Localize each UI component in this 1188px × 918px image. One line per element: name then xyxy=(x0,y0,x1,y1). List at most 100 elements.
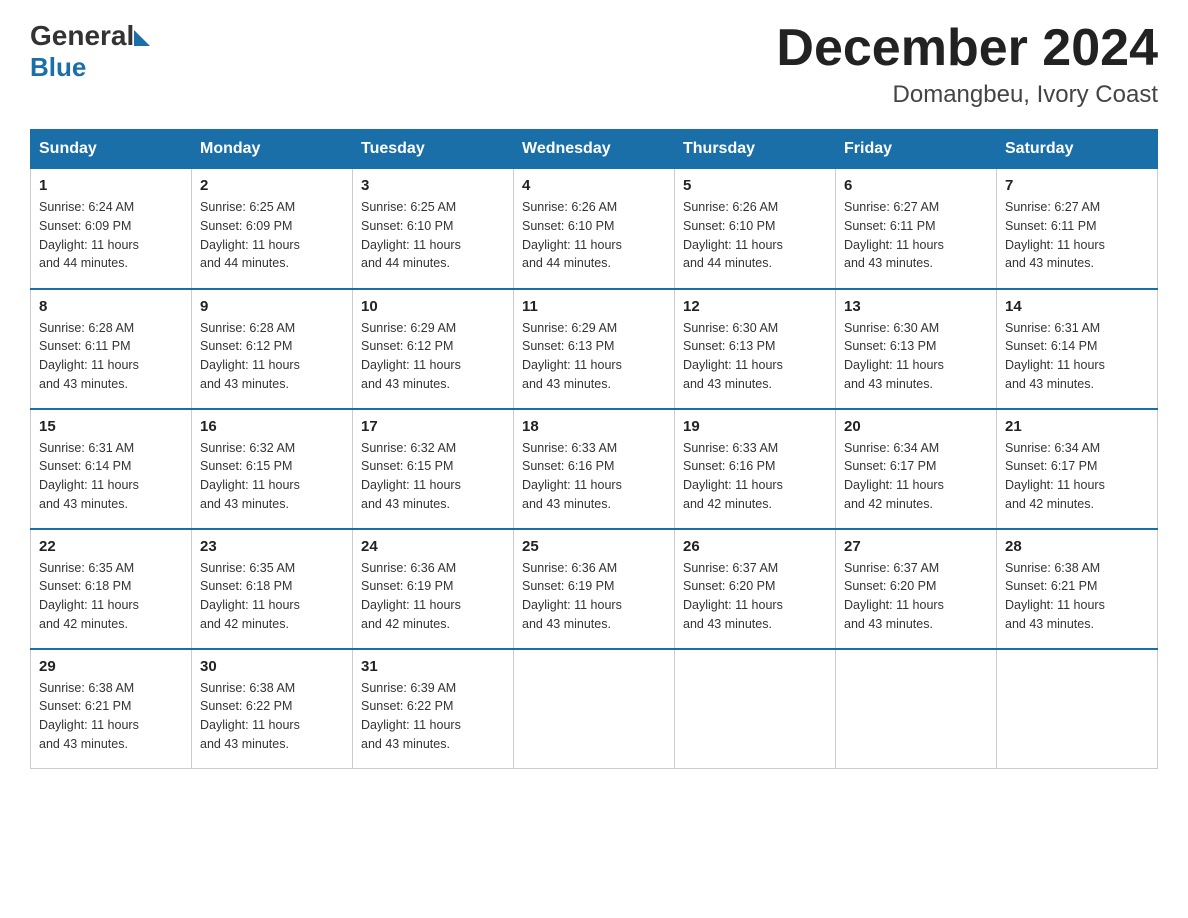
day-number: 11 xyxy=(522,298,666,315)
calendar-day-cell: 26 Sunrise: 6:37 AM Sunset: 6:20 PM Dayl… xyxy=(675,529,836,649)
day-number: 12 xyxy=(683,298,827,315)
calendar-day-cell: 3 Sunrise: 6:25 AM Sunset: 6:10 PM Dayli… xyxy=(353,169,514,289)
day-info: Sunrise: 6:27 AM Sunset: 6:11 PM Dayligh… xyxy=(844,198,988,273)
day-number: 15 xyxy=(39,418,183,435)
day-info: Sunrise: 6:34 AM Sunset: 6:17 PM Dayligh… xyxy=(1005,439,1149,514)
calendar-table: Sunday Monday Tuesday Wednesday Thursday… xyxy=(30,129,1158,769)
calendar-day-cell: 2 Sunrise: 6:25 AM Sunset: 6:09 PM Dayli… xyxy=(192,169,353,289)
calendar-day-cell: 19 Sunrise: 6:33 AM Sunset: 6:16 PM Dayl… xyxy=(675,409,836,529)
day-info: Sunrise: 6:32 AM Sunset: 6:15 PM Dayligh… xyxy=(200,439,344,514)
day-number: 28 xyxy=(1005,538,1149,555)
day-number: 5 xyxy=(683,177,827,194)
day-number: 3 xyxy=(361,177,505,194)
day-number: 4 xyxy=(522,177,666,194)
day-info: Sunrise: 6:37 AM Sunset: 6:20 PM Dayligh… xyxy=(683,559,827,634)
day-info: Sunrise: 6:29 AM Sunset: 6:12 PM Dayligh… xyxy=(361,319,505,394)
calendar-week-row: 8 Sunrise: 6:28 AM Sunset: 6:11 PM Dayli… xyxy=(31,289,1158,409)
logo: General Blue xyxy=(30,20,150,83)
calendar-day-cell: 14 Sunrise: 6:31 AM Sunset: 6:14 PM Dayl… xyxy=(997,289,1158,409)
col-sunday: Sunday xyxy=(31,130,192,169)
logo-arrow-icon xyxy=(134,30,150,46)
day-number: 30 xyxy=(200,658,344,675)
day-info: Sunrise: 6:38 AM Sunset: 6:21 PM Dayligh… xyxy=(1005,559,1149,634)
day-info: Sunrise: 6:30 AM Sunset: 6:13 PM Dayligh… xyxy=(683,319,827,394)
day-info: Sunrise: 6:31 AM Sunset: 6:14 PM Dayligh… xyxy=(39,439,183,514)
month-title: December 2024 xyxy=(776,20,1158,77)
day-info: Sunrise: 6:36 AM Sunset: 6:19 PM Dayligh… xyxy=(361,559,505,634)
calendar-day-cell: 4 Sunrise: 6:26 AM Sunset: 6:10 PM Dayli… xyxy=(514,169,675,289)
day-number: 1 xyxy=(39,177,183,194)
day-info: Sunrise: 6:39 AM Sunset: 6:22 PM Dayligh… xyxy=(361,679,505,754)
day-info: Sunrise: 6:36 AM Sunset: 6:19 PM Dayligh… xyxy=(522,559,666,634)
calendar-day-cell: 29 Sunrise: 6:38 AM Sunset: 6:21 PM Dayl… xyxy=(31,649,192,769)
day-number: 10 xyxy=(361,298,505,315)
calendar-day-cell: 17 Sunrise: 6:32 AM Sunset: 6:15 PM Dayl… xyxy=(353,409,514,529)
day-number: 8 xyxy=(39,298,183,315)
calendar-day-cell xyxy=(675,649,836,769)
header-row: Sunday Monday Tuesday Wednesday Thursday… xyxy=(31,130,1158,169)
calendar-day-cell: 7 Sunrise: 6:27 AM Sunset: 6:11 PM Dayli… xyxy=(997,169,1158,289)
day-number: 17 xyxy=(361,418,505,435)
calendar-week-row: 1 Sunrise: 6:24 AM Sunset: 6:09 PM Dayli… xyxy=(31,169,1158,289)
day-number: 19 xyxy=(683,418,827,435)
calendar-day-cell: 22 Sunrise: 6:35 AM Sunset: 6:18 PM Dayl… xyxy=(31,529,192,649)
page-header: General Blue December 2024 Domangbeu, Iv… xyxy=(30,20,1158,109)
calendar-day-cell: 23 Sunrise: 6:35 AM Sunset: 6:18 PM Dayl… xyxy=(192,529,353,649)
day-info: Sunrise: 6:26 AM Sunset: 6:10 PM Dayligh… xyxy=(522,198,666,273)
calendar-week-row: 22 Sunrise: 6:35 AM Sunset: 6:18 PM Dayl… xyxy=(31,529,1158,649)
logo-general-text: General xyxy=(30,20,134,52)
day-info: Sunrise: 6:26 AM Sunset: 6:10 PM Dayligh… xyxy=(683,198,827,273)
calendar-day-cell: 15 Sunrise: 6:31 AM Sunset: 6:14 PM Dayl… xyxy=(31,409,192,529)
calendar-week-row: 29 Sunrise: 6:38 AM Sunset: 6:21 PM Dayl… xyxy=(31,649,1158,769)
location-subtitle: Domangbeu, Ivory Coast xyxy=(776,81,1158,109)
day-info: Sunrise: 6:32 AM Sunset: 6:15 PM Dayligh… xyxy=(361,439,505,514)
day-number: 18 xyxy=(522,418,666,435)
calendar-day-cell: 25 Sunrise: 6:36 AM Sunset: 6:19 PM Dayl… xyxy=(514,529,675,649)
day-number: 20 xyxy=(844,418,988,435)
day-number: 26 xyxy=(683,538,827,555)
day-number: 29 xyxy=(39,658,183,675)
day-number: 9 xyxy=(200,298,344,315)
day-info: Sunrise: 6:27 AM Sunset: 6:11 PM Dayligh… xyxy=(1005,198,1149,273)
calendar-day-cell: 1 Sunrise: 6:24 AM Sunset: 6:09 PM Dayli… xyxy=(31,169,192,289)
calendar-day-cell: 13 Sunrise: 6:30 AM Sunset: 6:13 PM Dayl… xyxy=(836,289,997,409)
day-info: Sunrise: 6:31 AM Sunset: 6:14 PM Dayligh… xyxy=(1005,319,1149,394)
day-number: 13 xyxy=(844,298,988,315)
calendar-day-cell: 31 Sunrise: 6:39 AM Sunset: 6:22 PM Dayl… xyxy=(353,649,514,769)
day-info: Sunrise: 6:29 AM Sunset: 6:13 PM Dayligh… xyxy=(522,319,666,394)
day-info: Sunrise: 6:37 AM Sunset: 6:20 PM Dayligh… xyxy=(844,559,988,634)
calendar-day-cell xyxy=(836,649,997,769)
calendar-day-cell: 28 Sunrise: 6:38 AM Sunset: 6:21 PM Dayl… xyxy=(997,529,1158,649)
day-info: Sunrise: 6:28 AM Sunset: 6:11 PM Dayligh… xyxy=(39,319,183,394)
calendar-day-cell: 30 Sunrise: 6:38 AM Sunset: 6:22 PM Dayl… xyxy=(192,649,353,769)
col-saturday: Saturday xyxy=(997,130,1158,169)
col-monday: Monday xyxy=(192,130,353,169)
calendar-day-cell: 5 Sunrise: 6:26 AM Sunset: 6:10 PM Dayli… xyxy=(675,169,836,289)
calendar-body: 1 Sunrise: 6:24 AM Sunset: 6:09 PM Dayli… xyxy=(31,169,1158,769)
calendar-day-cell: 6 Sunrise: 6:27 AM Sunset: 6:11 PM Dayli… xyxy=(836,169,997,289)
day-info: Sunrise: 6:34 AM Sunset: 6:17 PM Dayligh… xyxy=(844,439,988,514)
calendar-day-cell: 27 Sunrise: 6:37 AM Sunset: 6:20 PM Dayl… xyxy=(836,529,997,649)
day-info: Sunrise: 6:35 AM Sunset: 6:18 PM Dayligh… xyxy=(200,559,344,634)
calendar-day-cell xyxy=(514,649,675,769)
calendar-day-cell: 16 Sunrise: 6:32 AM Sunset: 6:15 PM Dayl… xyxy=(192,409,353,529)
day-info: Sunrise: 6:38 AM Sunset: 6:21 PM Dayligh… xyxy=(39,679,183,754)
day-info: Sunrise: 6:33 AM Sunset: 6:16 PM Dayligh… xyxy=(683,439,827,514)
calendar-day-cell: 9 Sunrise: 6:28 AM Sunset: 6:12 PM Dayli… xyxy=(192,289,353,409)
day-number: 16 xyxy=(200,418,344,435)
calendar-day-cell: 18 Sunrise: 6:33 AM Sunset: 6:16 PM Dayl… xyxy=(514,409,675,529)
calendar-week-row: 15 Sunrise: 6:31 AM Sunset: 6:14 PM Dayl… xyxy=(31,409,1158,529)
day-info: Sunrise: 6:38 AM Sunset: 6:22 PM Dayligh… xyxy=(200,679,344,754)
day-number: 27 xyxy=(844,538,988,555)
col-friday: Friday xyxy=(836,130,997,169)
day-info: Sunrise: 6:35 AM Sunset: 6:18 PM Dayligh… xyxy=(39,559,183,634)
col-tuesday: Tuesday xyxy=(353,130,514,169)
calendar-day-cell xyxy=(997,649,1158,769)
day-number: 7 xyxy=(1005,177,1149,194)
calendar-day-cell: 8 Sunrise: 6:28 AM Sunset: 6:11 PM Dayli… xyxy=(31,289,192,409)
day-number: 22 xyxy=(39,538,183,555)
calendar-day-cell: 12 Sunrise: 6:30 AM Sunset: 6:13 PM Dayl… xyxy=(675,289,836,409)
calendar-header: Sunday Monday Tuesday Wednesday Thursday… xyxy=(31,130,1158,169)
calendar-day-cell: 24 Sunrise: 6:36 AM Sunset: 6:19 PM Dayl… xyxy=(353,529,514,649)
col-thursday: Thursday xyxy=(675,130,836,169)
